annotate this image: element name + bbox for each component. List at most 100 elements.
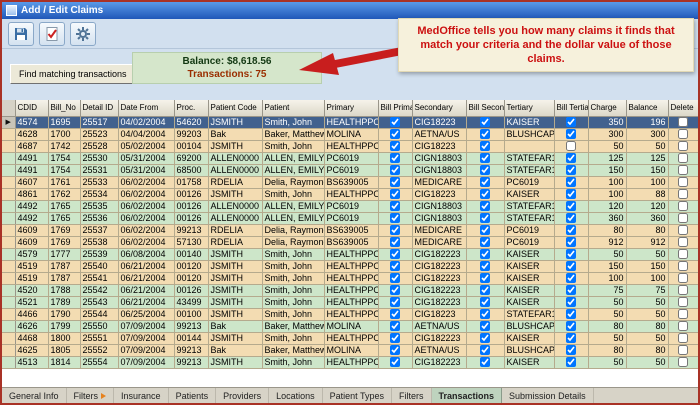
delete-cell[interactable] (668, 152, 698, 164)
proc-cell[interactable]: 00120 (174, 260, 208, 272)
bill-primary-cell[interactable] (378, 356, 412, 368)
date-from-cell[interactable]: 07/09/2004 (118, 320, 174, 332)
patient-code-cell[interactable]: RDELIA (208, 236, 262, 248)
secondary-cell[interactable]: CIG182223 (412, 260, 466, 272)
secondary-cell[interactable]: AETNA/US (412, 320, 466, 332)
bill-secondary-cell[interactable] (466, 152, 504, 164)
date-from-cell[interactable]: 06/02/2004 (118, 236, 174, 248)
patient-code-cell[interactable]: Bak (208, 320, 262, 332)
date-from-cell[interactable]: 06/02/2004 (118, 224, 174, 236)
detail-id-cell[interactable]: 25531 (80, 164, 118, 176)
secondary-cell[interactable]: CIG182223 (412, 356, 466, 368)
bill-primary-checkbox[interactable] (390, 345, 400, 355)
cdid-cell[interactable]: 4628 (15, 128, 48, 140)
column-header-charge[interactable]: Charge (588, 100, 626, 116)
patient-code-cell[interactable]: JSMITH (208, 116, 262, 128)
delete-cell[interactable] (668, 224, 698, 236)
bill-tertiary-cell[interactable] (554, 212, 588, 224)
row-selector[interactable] (2, 344, 15, 356)
tab-filters[interactable]: Filters (67, 388, 115, 403)
claim-row[interactable]: 460917692553806/02/200457130RDELIADelia,… (2, 236, 698, 248)
bill-primary-cell[interactable] (378, 320, 412, 332)
delete-checkbox[interactable] (678, 249, 688, 259)
detail-id-cell[interactable]: 25538 (80, 236, 118, 248)
bill-secondary-cell[interactable] (466, 272, 504, 284)
proc-cell[interactable]: 99213 (174, 320, 208, 332)
proc-cell[interactable]: 54620 (174, 116, 208, 128)
bill-secondary-checkbox[interactable] (480, 249, 490, 259)
bill-tertiary-checkbox[interactable] (566, 309, 576, 319)
cdid-cell[interactable]: 4609 (15, 224, 48, 236)
row-selector[interactable] (2, 164, 15, 176)
primary-cell[interactable]: HEALTHPPO (324, 272, 378, 284)
bill-secondary-cell[interactable] (466, 200, 504, 212)
bill-secondary-checkbox[interactable] (480, 189, 490, 199)
bill-no-cell[interactable]: 1788 (48, 284, 80, 296)
charge-cell[interactable]: 100 (588, 176, 626, 188)
tab-filters[interactable]: Filters (392, 388, 432, 403)
patient-code-cell[interactable]: JSMITH (208, 248, 262, 260)
delete-checkbox[interactable] (678, 189, 688, 199)
delete-checkbox[interactable] (678, 321, 688, 331)
secondary-cell[interactable]: CIGN18803 (412, 164, 466, 176)
date-from-cell[interactable]: 06/02/2004 (118, 188, 174, 200)
row-selector[interactable] (2, 152, 15, 164)
bill-primary-cell[interactable] (378, 284, 412, 296)
bill-secondary-checkbox[interactable] (480, 177, 490, 187)
tertiary-cell[interactable]: STATEFAR1 (504, 152, 554, 164)
tab-transactions[interactable]: Transactions (432, 388, 503, 403)
column-header-cdid[interactable]: CDID (15, 100, 48, 116)
claim-row[interactable]: 449217652553506/02/200400126ALLEN0000ALL… (2, 200, 698, 212)
claim-row[interactable]: ▶457416952551704/02/200454620JSMITHSmith… (2, 116, 698, 128)
bill-primary-checkbox[interactable] (390, 333, 400, 343)
tertiary-cell[interactable]: STATEFAR1 (504, 308, 554, 320)
secondary-cell[interactable]: AETNA/US (412, 344, 466, 356)
find-matching-transactions-button[interactable]: Find matching transactions (10, 64, 136, 84)
patient-cell[interactable]: ALLEN, EMILY (262, 164, 324, 176)
charge-cell[interactable]: 80 (588, 224, 626, 236)
tertiary-cell[interactable]: KAISER (504, 272, 554, 284)
bill-primary-cell[interactable] (378, 188, 412, 200)
delete-cell[interactable] (668, 332, 698, 344)
charge-cell[interactable]: 100 (588, 188, 626, 200)
proc-cell[interactable]: 99203 (174, 128, 208, 140)
primary-cell[interactable]: PC6019 (324, 152, 378, 164)
patient-cell[interactable]: Smith, John (262, 308, 324, 320)
patient-cell[interactable]: Smith, John (262, 248, 324, 260)
patient-code-cell[interactable]: JSMITH (208, 188, 262, 200)
row-selector-header[interactable] (2, 100, 15, 116)
tertiary-cell[interactable]: BLUSHCAPL (504, 128, 554, 140)
row-selector[interactable] (2, 260, 15, 272)
primary-cell[interactable]: BS639005 (324, 236, 378, 248)
bill-tertiary-checkbox[interactable] (566, 261, 576, 271)
secondary-cell[interactable]: CIG182223 (412, 284, 466, 296)
row-selector[interactable] (2, 128, 15, 140)
patient-cell[interactable]: Baker, Matthew (262, 344, 324, 356)
proc-cell[interactable]: 01758 (174, 176, 208, 188)
balance-cell[interactable]: 150 (626, 164, 668, 176)
row-selector[interactable] (2, 212, 15, 224)
row-selector[interactable] (2, 356, 15, 368)
detail-id-cell[interactable]: 25539 (80, 248, 118, 260)
balance-cell[interactable]: 50 (626, 356, 668, 368)
bill-primary-cell[interactable] (378, 272, 412, 284)
claim-row[interactable]: 451917872554106/21/200400120JSMITHSmith,… (2, 272, 698, 284)
verify-button[interactable] (39, 22, 65, 46)
bill-secondary-checkbox[interactable] (480, 225, 490, 235)
charge-cell[interactable]: 50 (588, 248, 626, 260)
claim-row[interactable]: 486117622553406/02/200400126JSMITHSmith,… (2, 188, 698, 200)
tab-patients[interactable]: Patients (169, 388, 217, 403)
bill-primary-cell[interactable] (378, 248, 412, 260)
row-selector[interactable] (2, 176, 15, 188)
row-selector[interactable] (2, 200, 15, 212)
primary-cell[interactable]: HEALTHPPO (324, 284, 378, 296)
row-selector[interactable] (2, 308, 15, 320)
delete-cell[interactable] (668, 176, 698, 188)
bill-tertiary-cell[interactable] (554, 188, 588, 200)
bill-tertiary-cell[interactable] (554, 164, 588, 176)
bill-primary-checkbox[interactable] (390, 153, 400, 163)
delete-cell[interactable] (668, 320, 698, 332)
primary-cell[interactable]: PC6019 (324, 164, 378, 176)
bill-tertiary-checkbox[interactable] (566, 117, 576, 127)
bill-tertiary-cell[interactable] (554, 128, 588, 140)
